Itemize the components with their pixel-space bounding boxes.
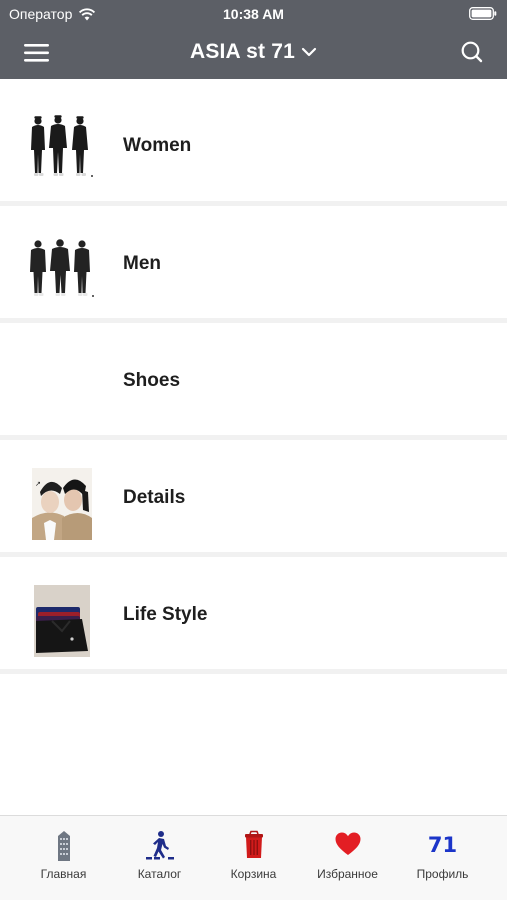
tab-label: Главная — [40, 867, 87, 881]
store-title: ASIA st 71 — [189, 40, 296, 63]
lifestyle-folded-clothes-photo — [34, 585, 90, 657]
category-label: Details — [123, 487, 186, 508]
status-bar: Оператор 10:38 AM — [0, 0, 507, 28]
heart-icon — [335, 832, 360, 855]
tab-label: Избранное — [317, 867, 378, 881]
category-row-women[interactable]: Women — [0, 79, 507, 206]
category-label: Women — [123, 135, 192, 156]
clock: 10:38 AM — [223, 6, 284, 22]
battery-icon — [469, 7, 497, 20]
trash-bin-icon — [244, 830, 263, 858]
crosswalk-icon — [145, 831, 174, 860]
category-row-men[interactable]: Men — [0, 206, 507, 323]
nav-bar: ASIA st 71 — [0, 28, 507, 79]
category-label: Men — [123, 253, 161, 274]
store-title-button[interactable]: ASIA st 71 — [190, 40, 317, 64]
details-portrait-photo: ↗ — [32, 468, 92, 540]
category-row-life-style[interactable]: Life Style — [0, 557, 507, 674]
tab-cart[interactable]: Корзина — [203, 816, 304, 900]
tab-profile[interactable]: 71 Профиль — [392, 816, 493, 900]
category-label: Life Style — [123, 604, 208, 625]
tab-favorites[interactable]: Избранное — [297, 816, 398, 900]
tab-label: Профиль — [416, 867, 469, 881]
tab-bar: Главная Каталог Корзина Избранное 71 Про… — [0, 815, 507, 900]
men-group-photo — [26, 234, 98, 306]
women-group-photo — [26, 110, 98, 182]
tab-label: Каталог — [137, 867, 182, 881]
tab-catalog[interactable]: Каталог — [109, 816, 210, 900]
tab-home[interactable]: Главная — [13, 816, 114, 900]
search-icon[interactable] — [459, 39, 485, 65]
svg-text:↗: ↗ — [35, 480, 41, 488]
tab-label: Корзина — [230, 867, 277, 881]
store-selector: ASIA st 71 — [0, 40, 507, 64]
category-label: Shoes — [123, 370, 181, 391]
category-list: Women Men Shoes ↗ Details Life Style — [0, 79, 507, 674]
category-row-details[interactable]: ↗ Details — [0, 440, 507, 557]
chevron-down-icon — [301, 47, 317, 57]
category-row-shoes[interactable]: Shoes — [0, 323, 507, 440]
building-icon — [57, 831, 70, 861]
profile-71-icon: 71 — [427, 833, 458, 857]
